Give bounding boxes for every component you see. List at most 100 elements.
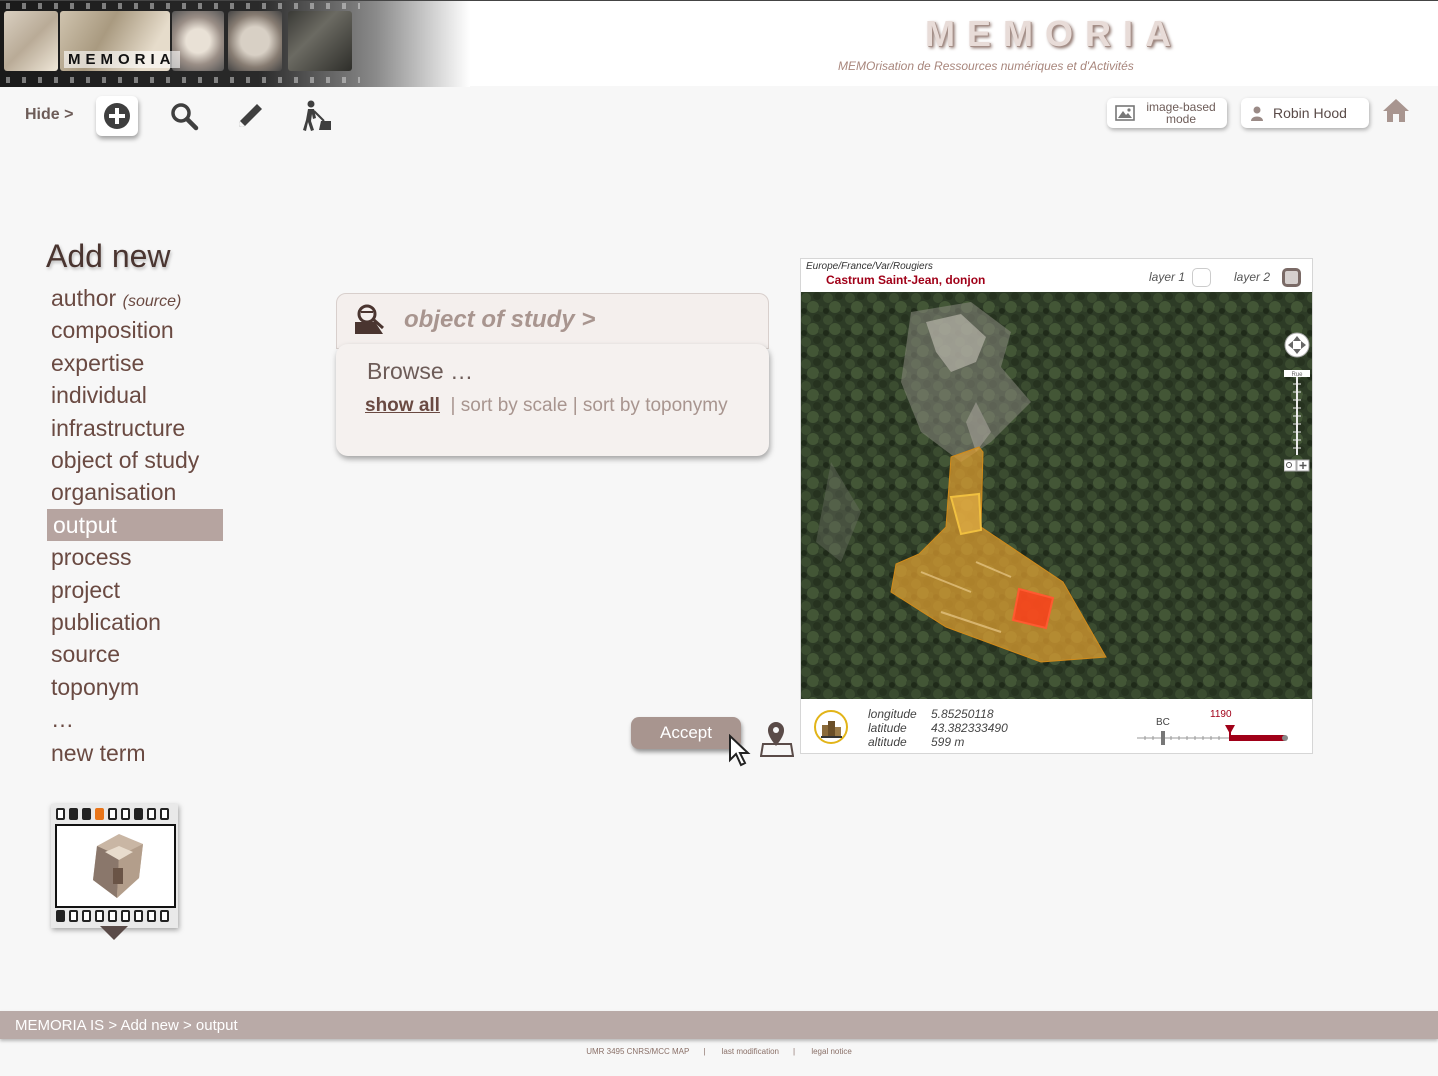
- site-subtitle: MEMOrisation de Ressources numériques et…: [838, 59, 1134, 73]
- menu-item-individual[interactable]: individual: [47, 379, 223, 411]
- filmstrip-logo[interactable]: MEMORIA: [0, 1, 470, 87]
- home-button[interactable]: [1382, 98, 1410, 129]
- menu-item-project[interactable]: project: [47, 574, 223, 606]
- layer-2-label: layer 2: [1234, 270, 1271, 284]
- home-icon: [1383, 99, 1409, 122]
- menu-item-composition[interactable]: composition: [47, 314, 223, 346]
- browse-title: Browse …: [367, 358, 474, 384]
- menu-item-label: object of study: [51, 446, 200, 473]
- browse-links: show all | sort by scale | sort by topon…: [365, 395, 728, 417]
- map-info-bar: longitude 5.85250118 latitude 43.3823334…: [801, 699, 1312, 753]
- film-frame-1: [4, 11, 58, 71]
- film-frame-4: [228, 11, 282, 71]
- timeline-slider[interactable]: BC 1190: [1137, 709, 1307, 749]
- search-button[interactable]: [163, 96, 205, 136]
- image-icon: [1115, 105, 1135, 121]
- menu-item-label: individual: [51, 382, 147, 409]
- menu-item-[interactable]: …: [47, 703, 223, 737]
- map-site-name: Castrum Saint-Jean, donjon: [826, 273, 986, 287]
- object-of-study-header[interactable]: object of study >: [336, 293, 769, 349]
- logo-text: MEMORIA: [64, 51, 180, 68]
- menu-item-label: expertise: [51, 349, 145, 376]
- latitude-label: latitude: [868, 721, 907, 735]
- map-pin-icon: [759, 722, 795, 757]
- thumb-holes-top: [56, 808, 174, 820]
- show-all-link[interactable]: show all: [365, 395, 440, 416]
- worker-button[interactable]: [295, 96, 337, 136]
- layer-1-label: layer 1: [1149, 270, 1186, 284]
- menu-item-label: author: [51, 285, 117, 311]
- longitude-value: 5.85250118: [931, 707, 994, 721]
- menu-item-publication[interactable]: publication: [47, 606, 223, 638]
- film-holes-top: [0, 3, 360, 9]
- thumbnail-image: [55, 824, 176, 908]
- object-of-study-title[interactable]: object of study >: [404, 306, 595, 334]
- timeline-start-label: BC: [1156, 717, 1170, 728]
- add-button[interactable]: [96, 96, 138, 136]
- accept-button[interactable]: Accept: [631, 717, 741, 749]
- toolbar: Hide > image-based mode Robin Hood: [0, 90, 1438, 140]
- menu-item-author[interactable]: author (source): [47, 282, 223, 314]
- menu-item-label: organisation: [51, 479, 177, 506]
- menu-item-source[interactable]: source: [47, 638, 223, 670]
- altitude-label: altitude: [868, 735, 907, 749]
- menu-item-organisation[interactable]: organisation: [47, 476, 223, 508]
- mouse-cursor-icon: [728, 733, 752, 773]
- image-mode-button[interactable]: image-based mode: [1107, 98, 1227, 128]
- image-mode-label: image-based mode: [1146, 100, 1216, 126]
- menu-item-new-term[interactable]: new term: [47, 737, 223, 769]
- map-pin-button[interactable]: [759, 718, 795, 763]
- satellite-image: [801, 292, 1312, 699]
- film-frame-3: [172, 11, 224, 71]
- map-zoom-controls[interactable]: Rue: [1283, 332, 1310, 477]
- output-thumbnail[interactable]: [51, 804, 178, 928]
- menu-item-expertise[interactable]: expertise: [47, 347, 223, 379]
- menu-item-object-of-study[interactable]: object of study: [47, 444, 223, 476]
- menu-item-note: (source): [122, 293, 182, 310]
- menu-item-label: source: [51, 641, 121, 668]
- last-modification-link[interactable]: last modification: [722, 1047, 779, 1056]
- site-title: MEMORIA: [925, 13, 1183, 54]
- menu-item-label: project: [51, 576, 121, 603]
- menu-item-toponym[interactable]: toponym: [47, 671, 223, 703]
- menu-item-label: publication: [51, 608, 161, 635]
- donjon-model-image: [93, 834, 143, 898]
- menu-item-output[interactable]: output: [47, 508, 223, 542]
- breadcrumb[interactable]: MEMORIA IS > Add new > output: [15, 1017, 238, 1034]
- layer-2-toggle[interactable]: [1282, 268, 1301, 287]
- add-icon: [104, 103, 130, 129]
- thumbnail-marker: [100, 926, 128, 940]
- menu-item-label: output: [53, 511, 117, 538]
- latitude-value: 43.382333490: [931, 721, 1008, 735]
- thumb-holes-bottom: [56, 910, 174, 922]
- add-new-menu: author (source) composition expertise indiv…: [47, 282, 223, 769]
- menu-item-process[interactable]: process: [47, 541, 223, 573]
- sort-by-toponymy-link[interactable]: | sort by toponymy: [573, 395, 728, 416]
- film-frame-5: [288, 11, 352, 71]
- menu-item-label: toponym: [51, 673, 140, 700]
- legal-footer: UMR 3495 CNRS/MCC MAP | last modification…: [586, 1047, 852, 1056]
- film-holes-bottom: [0, 77, 360, 83]
- map-location-path: Europe/France/Var/Rougiers: [806, 261, 933, 272]
- longitude-label: longitude: [868, 707, 917, 721]
- menu-item-label: process: [51, 544, 132, 571]
- edit-button[interactable]: [229, 96, 271, 136]
- browse-panel: Browse … show all | sort by scale | sort…: [336, 344, 769, 456]
- menu-item-label: composition: [51, 317, 174, 344]
- search-icon: [171, 103, 199, 131]
- object-search-icon: [353, 302, 387, 341]
- legal-notice-link[interactable]: legal notice: [811, 1047, 851, 1056]
- hide-button[interactable]: Hide >: [25, 106, 73, 124]
- user-icon: [1251, 106, 1263, 121]
- menu-item-label: infrastructure: [51, 414, 186, 441]
- map-widget: Europe/France/Var/Rougiers Castrum Saint…: [800, 258, 1313, 754]
- layer-1-toggle[interactable]: [1192, 268, 1211, 287]
- user-button[interactable]: Robin Hood: [1241, 98, 1369, 128]
- sort-by-scale-link[interactable]: | sort by scale: [451, 395, 568, 416]
- user-name: Robin Hood: [1273, 105, 1347, 121]
- breadcrumb-bar: MEMORIA IS > Add new > output: [0, 1011, 1438, 1039]
- satellite-map[interactable]: Rue: [801, 292, 1312, 699]
- castle-icon: [813, 709, 849, 750]
- pencil-icon: [239, 104, 262, 127]
- menu-item-infrastructure[interactable]: infrastructure: [47, 412, 223, 444]
